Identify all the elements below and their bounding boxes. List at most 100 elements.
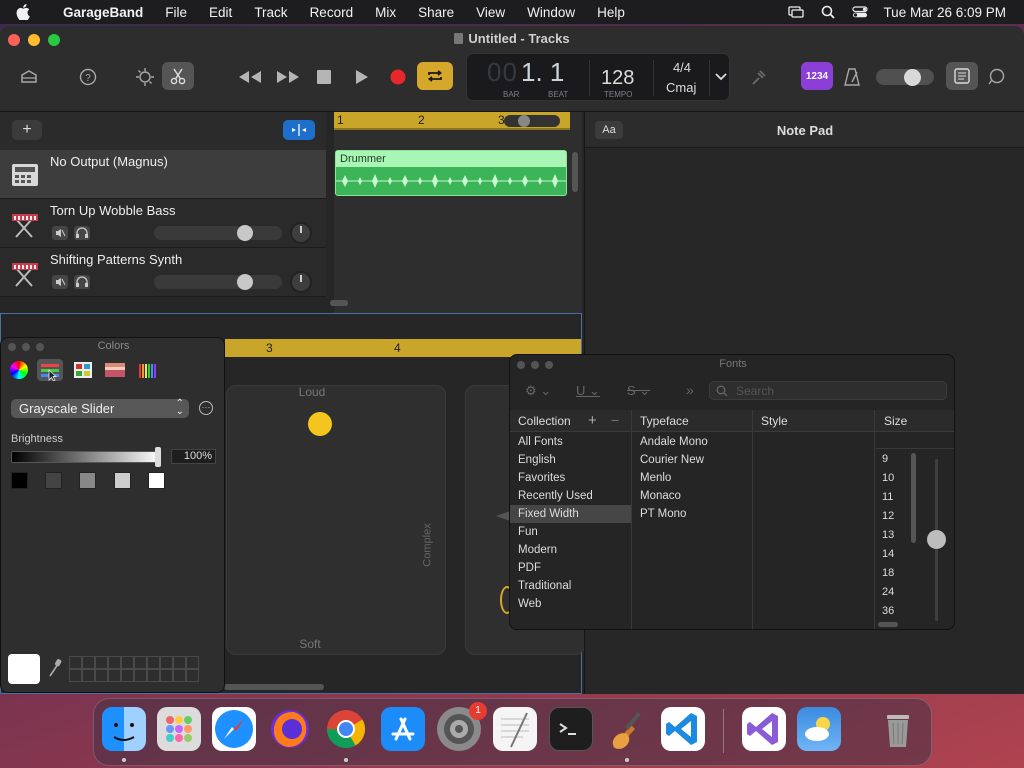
tracks-horizontal-scrollbar[interactable] bbox=[330, 300, 348, 306]
xy-pad-puck[interactable] bbox=[308, 412, 332, 436]
eyedropper-icon[interactable] bbox=[48, 658, 62, 681]
metronome-button[interactable] bbox=[842, 66, 862, 88]
mute-button[interactable] bbox=[52, 275, 68, 289]
collection-item[interactable]: Fun bbox=[510, 523, 631, 541]
underline-menu-icon[interactable]: U ⌄ bbox=[576, 383, 600, 399]
size-item[interactable]: 24 bbox=[882, 583, 922, 602]
collection-item[interactable]: Modern bbox=[510, 541, 631, 559]
grayscale-swatch-black[interactable] bbox=[11, 472, 28, 489]
typeface-item[interactable]: Courier New bbox=[640, 451, 750, 469]
more-options-chevron-icon[interactable]: » bbox=[686, 382, 694, 398]
timeline-vertical-scrollbar[interactable] bbox=[572, 152, 578, 192]
collection-item[interactable]: English bbox=[510, 451, 631, 469]
lcd-time-signature[interactable]: 4/4 bbox=[669, 60, 695, 75]
smart-controls-button[interactable] bbox=[134, 66, 156, 88]
brightness-slider[interactable] bbox=[11, 451, 161, 463]
size-item[interactable]: 36 bbox=[882, 602, 922, 621]
tuner-button[interactable] bbox=[748, 66, 770, 88]
trash-icon[interactable] bbox=[876, 707, 920, 751]
textedit-icon[interactable] bbox=[493, 707, 537, 751]
master-volume-slider[interactable] bbox=[876, 69, 934, 86]
app-store-icon[interactable] bbox=[381, 707, 425, 751]
size-horizontal-scrollbar[interactable] bbox=[878, 622, 898, 627]
size-slider-knob[interactable] bbox=[927, 530, 946, 549]
saved-colors-grid[interactable] bbox=[69, 656, 199, 682]
menubar-clock[interactable]: Tue Mar 26 6:09 PM bbox=[883, 5, 1006, 20]
lcd-tempo-value[interactable]: 128 bbox=[601, 67, 634, 90]
drum-kit-slider-arrow[interactable] bbox=[496, 511, 510, 521]
play-button[interactable] bbox=[352, 67, 372, 87]
track-volume-knob[interactable] bbox=[237, 274, 253, 290]
color-mode-select[interactable]: Grayscale Slider ⌃ ⌄ bbox=[11, 399, 189, 418]
screen-mirroring-icon[interactable] bbox=[787, 5, 805, 19]
font-search-field[interactable]: Search bbox=[709, 381, 947, 400]
editors-button[interactable] bbox=[162, 62, 194, 90]
collection-item[interactable]: PDF bbox=[510, 559, 631, 577]
size-item[interactable]: 18 bbox=[882, 564, 922, 583]
terminal-icon[interactable] bbox=[549, 707, 593, 751]
add-collection-button[interactable]: + bbox=[588, 412, 597, 429]
track-header-drummer[interactable]: No Output (Magnus) bbox=[0, 150, 326, 199]
size-item[interactable]: 12 bbox=[882, 507, 922, 526]
solo-button[interactable] bbox=[74, 275, 90, 289]
font-actions-gear-icon[interactable]: ⚙︎ ⌄ bbox=[525, 383, 551, 399]
lcd-display[interactable]: 00 1. 1 BAR BEAT 128 TEMPO 4/4 Cmaj bbox=[466, 53, 730, 101]
timeline-ruler[interactable]: 1 2 3 bbox=[334, 112, 570, 130]
typeface-item[interactable]: Menlo bbox=[640, 469, 750, 487]
garageband-icon[interactable] bbox=[605, 707, 649, 751]
weather-icon[interactable] bbox=[797, 707, 841, 751]
color-sliders-tab[interactable] bbox=[37, 359, 63, 382]
track-header-synth[interactable]: Shifting Patterns Synth bbox=[0, 248, 326, 297]
record-button[interactable] bbox=[388, 67, 408, 87]
collection-item[interactable]: Favorites bbox=[510, 469, 631, 487]
notepad-button[interactable] bbox=[946, 62, 978, 90]
track-header-bass[interactable]: Torn Up Wobble Bass bbox=[0, 199, 326, 248]
menu-share[interactable]: Share bbox=[407, 5, 465, 20]
menu-app-name[interactable]: GarageBand bbox=[52, 5, 154, 20]
fast-forward-button[interactable] bbox=[274, 67, 302, 87]
spotlight-search-icon[interactable] bbox=[819, 5, 837, 19]
firefox-icon[interactable] bbox=[268, 707, 312, 751]
apple-icon[interactable] bbox=[16, 4, 34, 20]
color-wheel-tab[interactable] bbox=[10, 361, 28, 379]
typeface-list[interactable]: Andale Mono Courier New Menlo Monaco PT … bbox=[640, 433, 750, 523]
safari-icon[interactable] bbox=[212, 707, 256, 751]
tracks-timeline[interactable]: 1 2 3 Drummer bbox=[330, 112, 582, 324]
stop-button[interactable] bbox=[314, 67, 334, 87]
visual-studio-icon[interactable] bbox=[742, 707, 786, 751]
grayscale-swatch-dark[interactable] bbox=[45, 472, 62, 489]
collection-item[interactable]: All Fonts bbox=[510, 433, 631, 451]
timeline-zoom-slider[interactable] bbox=[504, 115, 560, 127]
launchpad-icon[interactable] bbox=[157, 707, 201, 751]
grayscale-swatch-light[interactable] bbox=[114, 472, 131, 489]
size-item[interactable]: 10 bbox=[882, 469, 922, 488]
remove-collection-button[interactable]: − bbox=[611, 412, 619, 428]
pencils-tab[interactable] bbox=[137, 360, 157, 380]
track-volume-slider[interactable] bbox=[154, 225, 282, 241]
menu-record[interactable]: Record bbox=[299, 5, 365, 20]
library-button[interactable] bbox=[18, 67, 40, 87]
typeface-item[interactable]: Monaco bbox=[640, 487, 750, 505]
size-list-scrollbar[interactable] bbox=[911, 453, 916, 543]
grayscale-swatch-white[interactable] bbox=[148, 472, 165, 489]
lcd-display-mode-chevron-icon[interactable] bbox=[715, 71, 727, 85]
size-item[interactable]: 11 bbox=[882, 488, 922, 507]
loud-soft-xy-pad[interactable]: Loud Soft bbox=[226, 385, 446, 655]
collection-item[interactable]: Recently Used bbox=[510, 487, 631, 505]
editor-horizontal-scrollbar[interactable] bbox=[224, 684, 324, 690]
master-volume-knob[interactable] bbox=[904, 69, 921, 86]
track-pan-knob[interactable] bbox=[290, 222, 312, 244]
menu-view[interactable]: View bbox=[465, 5, 516, 20]
collection-list[interactable]: All Fonts English Favorites Recently Use… bbox=[510, 433, 631, 613]
collection-item[interactable]: Web bbox=[510, 595, 631, 613]
timeline-zoom-knob[interactable] bbox=[518, 115, 530, 127]
control-center-icon[interactable] bbox=[851, 5, 869, 19]
menu-window[interactable]: Window bbox=[516, 5, 586, 20]
finder-icon[interactable] bbox=[102, 707, 146, 751]
strikethrough-menu-icon[interactable]: S ⌄ bbox=[627, 383, 650, 399]
size-item[interactable]: 14 bbox=[882, 545, 922, 564]
menu-mix[interactable]: Mix bbox=[364, 5, 407, 20]
cycle-button[interactable] bbox=[417, 62, 453, 90]
menu-help[interactable]: Help bbox=[586, 5, 636, 20]
size-item[interactable]: 9 bbox=[882, 450, 922, 469]
